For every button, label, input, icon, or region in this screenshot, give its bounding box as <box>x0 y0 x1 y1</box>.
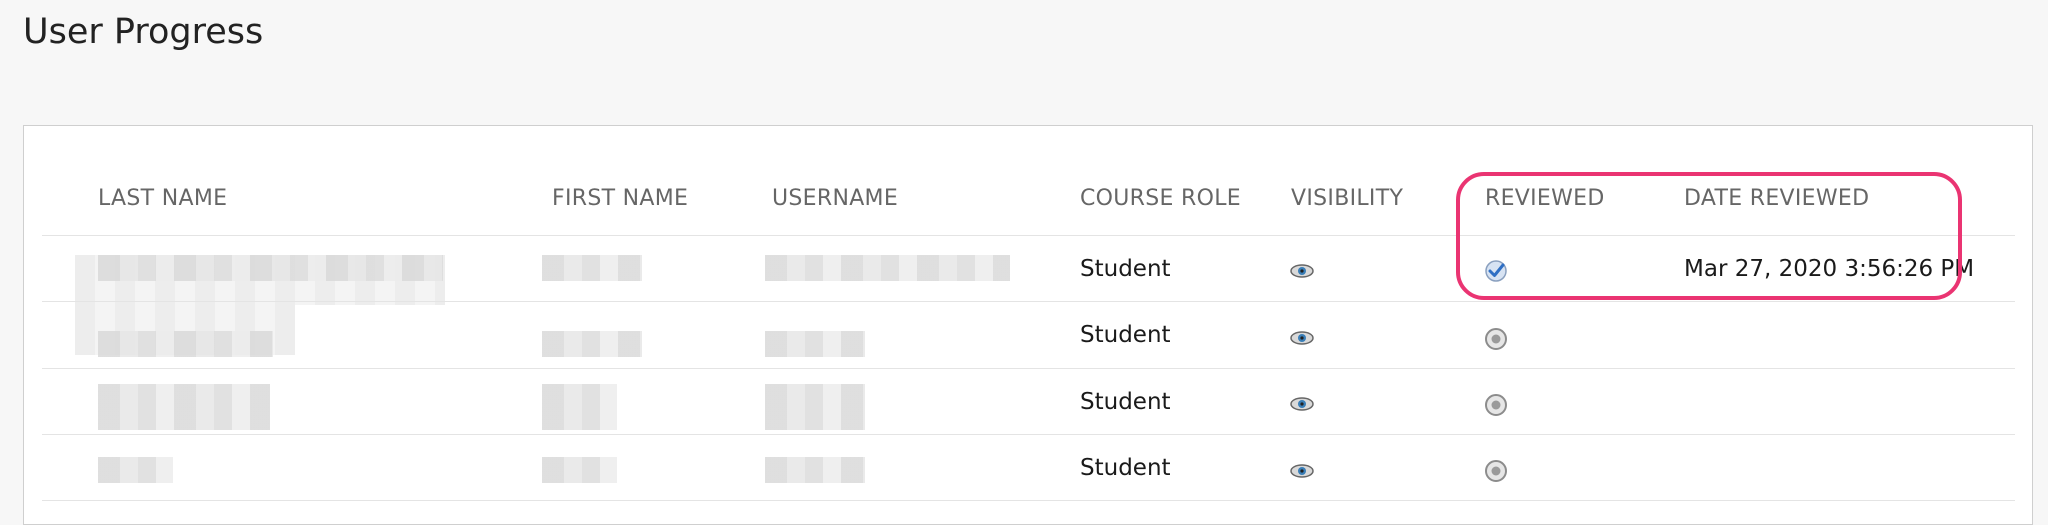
checkmark-icon[interactable] <box>1484 259 1508 283</box>
course-role-cell: Student <box>1080 455 1171 481</box>
header-first-name[interactable]: FIRST NAME <box>552 186 688 211</box>
radio-icon[interactable] <box>1484 459 1508 483</box>
eye-icon[interactable] <box>1289 262 1315 280</box>
radio-icon[interactable] <box>1484 327 1508 351</box>
row-divider <box>42 368 2015 369</box>
header-divider <box>42 235 2015 236</box>
radio-icon[interactable] <box>1484 393 1508 417</box>
redacted-first-name <box>542 384 617 430</box>
eye-icon[interactable] <box>1289 395 1315 413</box>
page-title: User Progress <box>23 12 264 52</box>
date-reviewed-cell: Mar 27, 2020 3:56:26 PM <box>1684 256 1975 282</box>
eye-icon[interactable] <box>1289 329 1315 347</box>
course-role-cell: Student <box>1080 389 1171 415</box>
redacted-first-name <box>542 255 642 281</box>
redacted-username <box>765 255 1010 281</box>
user-progress-panel <box>23 125 2033 525</box>
redacted-last-name <box>98 457 173 483</box>
eye-icon[interactable] <box>1289 462 1315 480</box>
redacted-last-name <box>98 331 273 357</box>
redacted-first-name <box>542 331 642 357</box>
row-divider <box>42 434 2015 435</box>
row-divider <box>42 500 2015 501</box>
redacted-first-name <box>542 457 617 483</box>
redacted-username <box>765 331 865 357</box>
course-role-cell: Student <box>1080 256 1171 282</box>
course-role-cell: Student <box>1080 322 1171 348</box>
header-last-name[interactable]: LAST NAME <box>98 186 227 211</box>
header-reviewed[interactable]: REVIEWED <box>1485 186 1605 211</box>
header-username[interactable]: USERNAME <box>772 186 898 211</box>
redacted-username <box>765 384 865 430</box>
header-date-reviewed[interactable]: DATE REVIEWED <box>1684 186 1869 211</box>
header-course-role[interactable]: COURSE ROLE <box>1080 186 1241 211</box>
header-visibility[interactable]: VISIBILITY <box>1291 186 1403 211</box>
redacted-username <box>765 457 865 483</box>
redacted-last-name <box>98 255 443 281</box>
row-divider <box>42 301 2015 302</box>
redacted-last-name <box>98 384 270 430</box>
